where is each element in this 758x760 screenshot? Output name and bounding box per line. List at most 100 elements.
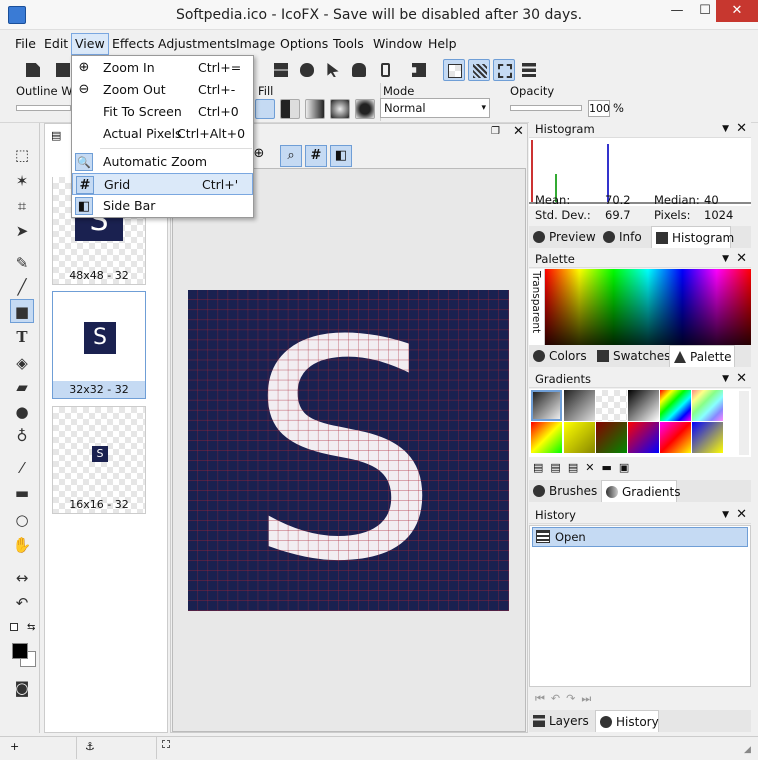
menu-item-zoom-in[interactable]: ⊕ Zoom In Ctrl+= — [72, 57, 253, 79]
tab-gradients[interactable]: Gradients — [601, 480, 680, 502]
gradient-item[interactable] — [692, 422, 723, 453]
ruler-tool[interactable]: ▬ — [10, 481, 34, 505]
close-button[interactable]: ✕ — [716, 0, 758, 22]
pin-icon[interactable]: ▼ — [722, 120, 729, 138]
thumbnail-16[interactable]: S 16x16 - 32 — [52, 406, 146, 514]
menu-adjustments[interactable]: Adjustments — [155, 33, 239, 55]
delete-gradient-icon[interactable]: ✕ — [585, 461, 601, 474]
menu-item-fit-to-screen[interactable]: Fit To Screen Ctrl+0 — [72, 101, 253, 123]
text-tool[interactable]: T — [10, 325, 34, 349]
tab-brushes[interactable]: Brushes — [529, 480, 599, 502]
menu-view[interactable]: View — [71, 33, 109, 55]
opacity-slider[interactable] — [510, 105, 582, 111]
line-tool[interactable]: ╱ — [10, 275, 34, 299]
mode-select[interactable]: Normal ▾ — [380, 98, 490, 118]
tab-layers[interactable]: Layers — [529, 710, 593, 732]
close-panel-icon[interactable]: ✕ — [736, 250, 747, 268]
menu-image[interactable]: Image — [233, 33, 278, 55]
gradient-item[interactable] — [564, 422, 595, 453]
menu-item-grid[interactable]: # Grid Ctrl+' — [72, 173, 253, 195]
thumbnail-32[interactable]: S 32x32 - 32 — [52, 291, 146, 399]
step-forward-icon[interactable]: ↷ — [566, 692, 581, 705]
menu-window[interactable]: Window — [370, 33, 425, 55]
outline-width-slider[interactable] — [16, 105, 71, 111]
menu-item-automatic-zoom[interactable]: 🔍 Automatic Zoom — [72, 151, 253, 173]
brush-tool[interactable]: ✎ — [10, 251, 34, 275]
sidebar-toggle-button[interactable]: ◧ — [330, 145, 352, 167]
menu-item-actual-pixels[interactable]: Actual Pixels Ctrl+Alt+0 — [72, 123, 253, 145]
gradient-scrollbar[interactable] — [739, 391, 749, 455]
close-panel-icon[interactable]: ✕ — [736, 120, 747, 138]
move-tool[interactable]: ➤ — [10, 219, 34, 243]
gradient-item[interactable] — [596, 422, 627, 453]
grid-toggle-button[interactable]: # — [305, 145, 327, 167]
new-format-button[interactable]: ▤ — [51, 129, 69, 147]
transparent-strip[interactable]: Transparent — [529, 269, 545, 345]
eyedropper-tool[interactable]: ⁄ — [10, 456, 34, 480]
open-gradient-icon[interactable]: ▬ — [601, 461, 618, 474]
fill-tool[interactable]: ◈ — [10, 351, 34, 375]
gradient-item[interactable] — [628, 422, 659, 453]
pin-icon[interactable]: ▼ — [722, 506, 729, 524]
import-button[interactable] — [408, 59, 430, 81]
color-spectrum[interactable] — [545, 269, 751, 345]
magic-wand-tool[interactable]: ✶ — [10, 169, 34, 193]
save-gradient-icon[interactable]: ▣ — [619, 461, 636, 474]
checker-toggle-button[interactable] — [443, 59, 465, 81]
mobile-button[interactable] — [374, 59, 396, 81]
menu-effects[interactable]: Effects — [109, 33, 158, 55]
tab-colors[interactable]: Colors — [529, 345, 591, 367]
new-file-button[interactable] — [22, 59, 44, 81]
foreground-color-swatch[interactable] — [12, 643, 28, 659]
tab-info[interactable]: Info — [599, 226, 651, 248]
menu-options[interactable]: Options — [277, 33, 331, 55]
blur-tool[interactable]: ● — [10, 400, 34, 424]
menu-file[interactable]: File — [12, 33, 39, 55]
gradient-item[interactable] — [628, 390, 659, 421]
last-step-icon[interactable]: ⏭ — [581, 692, 597, 705]
resize-grip-icon[interactable]: ◢ — [744, 745, 751, 755]
maximize-button[interactable]: ☐ — [691, 0, 719, 22]
close-panel-icon[interactable]: ✕ — [736, 370, 747, 388]
pin-icon[interactable]: ▼ — [722, 370, 729, 388]
menu-tools[interactable]: Tools — [330, 33, 367, 55]
selection-toggle-button[interactable] — [493, 59, 515, 81]
crop-tool[interactable]: ⌗ — [10, 194, 34, 218]
tab-swatches[interactable]: Swatches — [593, 345, 670, 367]
first-step-icon[interactable]: ⏮ — [535, 692, 551, 705]
reset-colors-icon[interactable] — [10, 623, 18, 631]
menu-item-zoom-out[interactable]: ⊖ Zoom Out Ctrl+- — [72, 79, 253, 101]
menu-item-side-bar[interactable]: ◧ Side Bar — [72, 195, 253, 217]
pin-icon[interactable]: ▼ — [722, 250, 729, 268]
duplicate-gradient-icon[interactable]: ▤ — [550, 461, 567, 474]
pixel-canvas[interactable]: S — [188, 290, 509, 611]
fill-radial-button[interactable] — [330, 99, 350, 119]
menu-edit[interactable]: Edit — [41, 33, 71, 55]
close-document-icon[interactable]: ✕ — [513, 124, 524, 139]
hand-tool[interactable]: ✋ — [10, 533, 34, 557]
mask-mode-button[interactable]: ◙ — [10, 676, 34, 700]
gradient-item[interactable] — [596, 390, 627, 421]
eraser-tool[interactable]: ▰ — [10, 375, 34, 399]
fill-linear-button[interactable] — [305, 99, 325, 119]
windows-button[interactable] — [270, 59, 292, 81]
tab-histogram[interactable]: Histogram — [651, 226, 734, 248]
fill-none-button[interactable] — [255, 99, 275, 119]
close-panel-icon[interactable]: ✕ — [736, 506, 747, 524]
layers-toggle-button[interactable] — [518, 59, 540, 81]
cursor-button[interactable] — [322, 59, 344, 81]
swap-colors-icon[interactable]: ⇆ — [27, 622, 35, 633]
minimize-button[interactable]: — — [663, 0, 691, 22]
auto-zoom-button[interactable]: ⌕ — [280, 145, 302, 167]
history-item[interactable]: Open — [532, 527, 748, 547]
tab-palette[interactable]: Palette — [669, 345, 735, 367]
gradient-item[interactable] — [692, 390, 723, 421]
step-back-icon[interactable]: ↶ — [551, 692, 566, 705]
fill-conical-button[interactable] — [355, 99, 375, 119]
pattern-toggle-button[interactable] — [468, 59, 490, 81]
gradient-item[interactable] — [531, 390, 562, 421]
restore-icon[interactable]: ❐ — [491, 126, 500, 137]
opacity-input[interactable]: 100 — [588, 100, 610, 117]
android-button[interactable] — [348, 59, 370, 81]
select-tool[interactable]: ⬚ — [10, 143, 34, 167]
